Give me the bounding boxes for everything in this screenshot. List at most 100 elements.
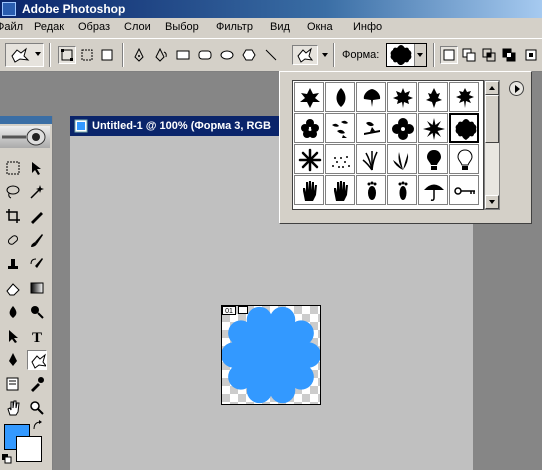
notes-tool-button[interactable]: [3, 374, 23, 394]
shape-preset-maple-leaf[interactable]: [356, 82, 386, 112]
history-brush-tool-icon: [30, 258, 43, 268]
menu-info[interactable]: Инфо: [353, 21, 382, 33]
shape-preset-grass-leaves[interactable]: [387, 144, 417, 174]
intersect-shape-areas-button[interactable]: [480, 46, 498, 64]
shape-grid-scrollbar[interactable]: [484, 80, 500, 210]
menu-image[interactable]: Образ: [78, 21, 110, 33]
freeform-pen-button[interactable]: [152, 46, 170, 64]
menu-edit[interactable]: Редак: [34, 21, 64, 33]
shape-preset-teardrop-leaf[interactable]: [325, 82, 355, 112]
shape-preset-maple-leaf-4[interactable]: [449, 82, 479, 112]
hand-icon: [303, 181, 317, 201]
shape-preset-bird-branch[interactable]: [356, 113, 386, 143]
custom-shape-tool-button[interactable]: [27, 350, 47, 370]
tools-panel-header[interactable]: [0, 116, 52, 124]
rectangle-tool-button[interactable]: [174, 46, 192, 64]
tool-preset-picker[interactable]: [5, 43, 44, 67]
path-selection-tool-button[interactable]: [3, 326, 23, 346]
shape-preset-flower-burst[interactable]: [294, 144, 324, 174]
default-colors-icon[interactable]: [2, 454, 12, 464]
gradient-tool-button[interactable]: [27, 278, 47, 298]
shape-preset-footprint[interactable]: [356, 175, 386, 205]
shape-preset-starburst[interactable]: [418, 113, 448, 143]
selected-shape-icon: [390, 45, 412, 65]
dodge-tool-button[interactable]: [27, 302, 47, 322]
menu-filter[interactable]: Фильтр: [216, 21, 253, 33]
eraser-tool-icon: [6, 283, 20, 296]
shape-preset-grass-dots[interactable]: [325, 144, 355, 174]
exclude-overlapping-areas-button[interactable]: [500, 46, 518, 64]
shape-preset-hand-2[interactable]: [325, 175, 355, 205]
crop-tool-button[interactable]: [3, 206, 23, 226]
marquee-tool-button[interactable]: [3, 158, 23, 178]
adobe-online-icon[interactable]: [0, 126, 50, 148]
shape-preset-leaf[interactable]: [294, 82, 324, 112]
blur-tool-button[interactable]: [3, 302, 23, 322]
move-tool-button[interactable]: [27, 158, 47, 178]
pen-tool-button[interactable]: [3, 350, 23, 370]
polygon-tool-button[interactable]: [240, 46, 258, 64]
shape-preset-umbrella[interactable]: [418, 175, 448, 205]
menu-view[interactable]: Вид: [270, 21, 290, 33]
play-arrow-icon: [515, 85, 520, 93]
pen-tool-icon: [9, 353, 17, 366]
shape-preset-lightbulb[interactable]: [418, 144, 448, 174]
shape-preset-hand[interactable]: [294, 175, 324, 205]
swap-colors-icon[interactable]: [32, 420, 44, 432]
leaf-icon: [300, 88, 320, 108]
zoom-tool-icon: [30, 401, 44, 415]
shape-preset-flower[interactable]: [387, 113, 417, 143]
style-picker-button[interactable]: [522, 46, 540, 64]
paths-button[interactable]: [78, 46, 96, 64]
shape-preset-grass[interactable]: [356, 144, 386, 174]
line-icon: [265, 49, 277, 61]
grass-icon: [362, 151, 378, 171]
eraser-tool-button[interactable]: [3, 278, 23, 298]
shape-preset-maple-leaf-2[interactable]: [387, 82, 417, 112]
menu-select[interactable]: Выбор: [165, 21, 199, 33]
maple-leaf-2-icon: [393, 88, 413, 108]
magic-wand-tool-button[interactable]: [27, 182, 47, 202]
scroll-up-button[interactable]: [485, 81, 499, 95]
scroll-thumb[interactable]: [485, 95, 499, 143]
menu-window[interactable]: Окна: [307, 21, 333, 33]
brush-tool-button[interactable]: [27, 230, 47, 250]
shape-preset-blossom[interactable]: [294, 113, 324, 143]
shape-preset-lightbulb-outline[interactable]: [449, 144, 479, 174]
history-brush-tool-button[interactable]: [27, 254, 47, 274]
image-canvas[interactable]: [221, 305, 321, 405]
background-color-swatch[interactable]: [16, 436, 42, 462]
pen-tool-button[interactable]: [130, 46, 148, 64]
slice-tool-button[interactable]: [27, 206, 47, 226]
flower-shape-layer[interactable]: [222, 306, 320, 404]
custom-shape-tool-button[interactable]: [292, 45, 318, 65]
hand-tool-button[interactable]: [3, 398, 23, 418]
type-tool-button[interactable]: T: [27, 326, 47, 346]
scroll-down-button[interactable]: [485, 195, 499, 209]
subtract-from-shape-area-button[interactable]: [460, 46, 478, 64]
shape-picker-dropdown[interactable]: [386, 43, 427, 67]
marquee-tool-icon: [6, 161, 20, 175]
shape-preset-maple-leaf-3[interactable]: [418, 82, 448, 112]
flower-icon: [392, 118, 414, 140]
tool-options-chevron-icon[interactable]: [322, 53, 328, 57]
menu-file[interactable]: Файл: [0, 21, 23, 33]
picker-menu-button[interactable]: [509, 81, 524, 96]
zoom-tool-button[interactable]: [27, 398, 47, 418]
shape-layers-button[interactable]: [58, 46, 76, 64]
add-to-shape-area-button[interactable]: [440, 46, 458, 64]
shape-preset-footprint-2[interactable]: [387, 175, 417, 205]
app-title: Adobe Photoshop: [22, 2, 126, 16]
ellipse-tool-button[interactable]: [218, 46, 236, 64]
lasso-tool-button[interactable]: [3, 182, 23, 202]
menu-layer[interactable]: Слои: [124, 21, 151, 33]
rounded-rectangle-tool-button[interactable]: [196, 46, 214, 64]
eyedropper-tool-button[interactable]: [27, 374, 47, 394]
fill-pixels-button[interactable]: [98, 46, 116, 64]
line-tool-button[interactable]: [262, 46, 280, 64]
clone-stamp-tool-button[interactable]: [3, 254, 23, 274]
healing-brush-tool-button[interactable]: [3, 230, 23, 250]
shape-preset-birds[interactable]: [325, 113, 355, 143]
shape-preset-key[interactable]: [449, 175, 479, 205]
shape-preset-scalloped-flower[interactable]: [449, 113, 479, 143]
